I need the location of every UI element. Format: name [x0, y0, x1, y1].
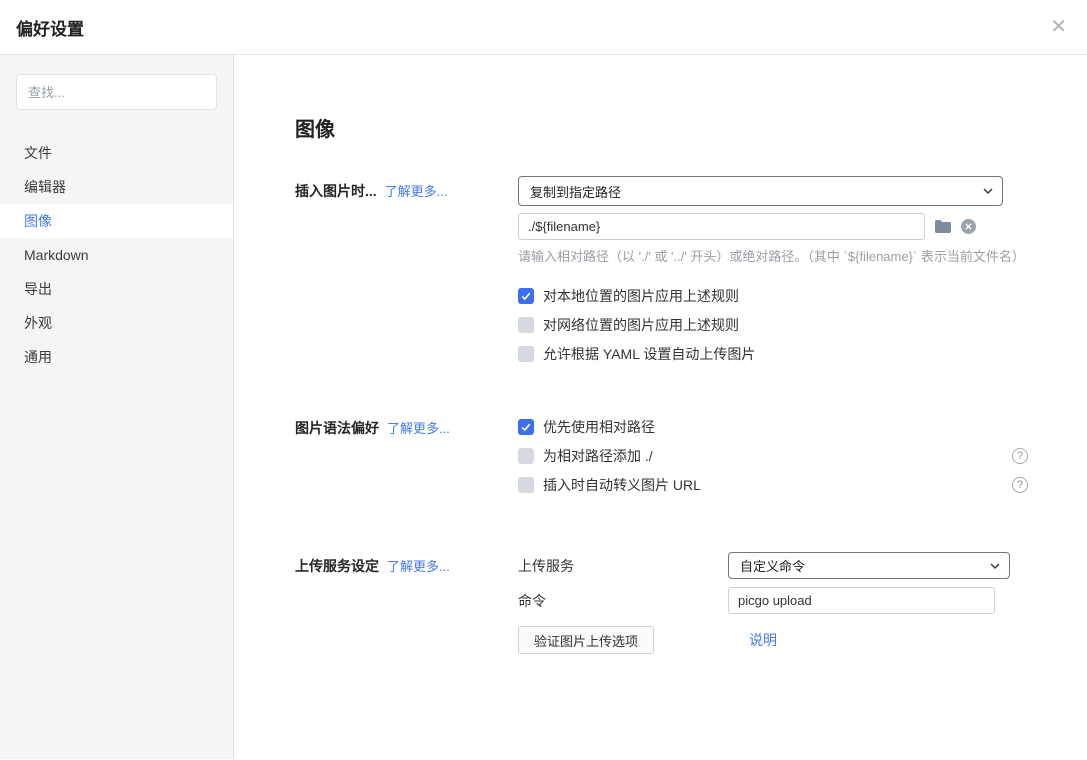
checkbox-label: 允许根据 YAML 设置自动上传图片 — [543, 344, 755, 364]
sidebar: 文件 编辑器 图像 Markdown 导出 外观 通用 — [0, 55, 234, 759]
path-hint-text: 请输入相对路径（以 './' 或 '../' 开头）或绝对路径。（其中 `${f… — [518, 248, 1028, 266]
insert-image-section: 插入图片时... 了解更多... 复制到指定路径 — [295, 176, 1087, 375]
chevron-down-icon — [990, 563, 1000, 569]
page-title: 图像 — [295, 113, 1087, 142]
upload-section-label: 上传服务设定 — [295, 558, 379, 574]
image-syntax-section: 图片语法偏好了解更多... 优先使用相对路径 为相对路径添加 ./ — [295, 419, 1087, 506]
help-icon[interactable]: ? — [1012, 448, 1028, 464]
sidebar-item-export[interactable]: 导出 — [0, 272, 233, 306]
main-panel: 图像 插入图片时... 了解更多... 复制到指定路径 — [234, 55, 1087, 759]
syntax-section-label: 图片语法偏好 — [295, 420, 379, 436]
checkbox-yaml-upload[interactable] — [518, 346, 534, 362]
checkbox-relative-path[interactable] — [518, 419, 534, 435]
insert-section-label: 插入图片时... — [295, 183, 377, 199]
checkbox-label: 对网络位置的图片应用上述规则 — [543, 315, 739, 335]
checkbox-row-yaml-upload[interactable]: 允许根据 YAML 设置自动上传图片 — [518, 346, 1028, 362]
upload-learn-more-link[interactable]: 了解更多... — [387, 559, 450, 574]
checkbox-label: 对本地位置的图片应用上述规则 — [543, 286, 739, 306]
window-title: 偏好设置 — [16, 15, 84, 40]
sidebar-item-appearance[interactable]: 外观 — [0, 306, 233, 340]
upload-service-select[interactable]: 自定义命令 — [728, 552, 1010, 579]
checkbox-network-images[interactable] — [518, 317, 534, 333]
checkbox-row-add-dot-slash[interactable]: 为相对路径添加 ./ ? — [518, 448, 1028, 464]
image-action-select-value: 复制到指定路径 — [530, 182, 621, 201]
upload-service-select-value: 自定义命令 — [740, 556, 805, 575]
checkbox-label: 插入时自动转义图片 URL — [543, 475, 701, 495]
sidebar-item-markdown[interactable]: Markdown — [0, 238, 233, 272]
sidebar-item-image[interactable]: 图像 — [0, 204, 233, 238]
dialog-header: 偏好设置 ✕ — [0, 0, 1087, 55]
sidebar-item-general[interactable]: 通用 — [0, 340, 233, 374]
insert-learn-more-link[interactable]: 了解更多... — [385, 184, 448, 199]
help-icon[interactable]: ? — [1012, 477, 1028, 493]
checkbox-row-local-images[interactable]: 对本地位置的图片应用上述规则 — [518, 288, 1028, 304]
syntax-learn-more-link[interactable]: 了解更多... — [387, 421, 450, 436]
clear-icon[interactable] — [961, 219, 976, 234]
sidebar-item-editor[interactable]: 编辑器 — [0, 170, 233, 204]
checkbox-row-escape-url[interactable]: 插入时自动转义图片 URL ? — [518, 477, 1028, 493]
upload-service-section: 上传服务设定了解更多... 上传服务 自定义命令 命令 — [295, 552, 1087, 654]
validate-upload-button[interactable]: 验证图片上传选项 — [518, 626, 654, 654]
upload-service-label: 上传服务 — [518, 556, 728, 576]
chevron-down-icon — [983, 188, 993, 194]
checkbox-escape-url[interactable] — [518, 477, 534, 493]
checkbox-label: 优先使用相对路径 — [543, 417, 655, 437]
checkbox-local-images[interactable] — [518, 288, 534, 304]
checkbox-row-network-images[interactable]: 对网络位置的图片应用上述规则 — [518, 317, 1028, 333]
checkbox-add-dot-slash[interactable] — [518, 448, 534, 464]
folder-icon[interactable] — [935, 220, 951, 233]
upload-help-link[interactable]: 说明 — [749, 630, 777, 650]
checkbox-label: 为相对路径添加 ./ — [543, 446, 653, 466]
command-input[interactable] — [728, 587, 995, 614]
checkbox-row-relative-path[interactable]: 优先使用相对路径 — [518, 419, 1028, 435]
image-action-select[interactable]: 复制到指定路径 — [518, 176, 1003, 206]
sidebar-item-file[interactable]: 文件 — [0, 136, 233, 170]
image-path-input[interactable] — [518, 213, 925, 240]
search-input[interactable] — [16, 74, 217, 110]
close-icon[interactable]: ✕ — [1050, 17, 1067, 37]
command-label: 命令 — [518, 591, 728, 611]
